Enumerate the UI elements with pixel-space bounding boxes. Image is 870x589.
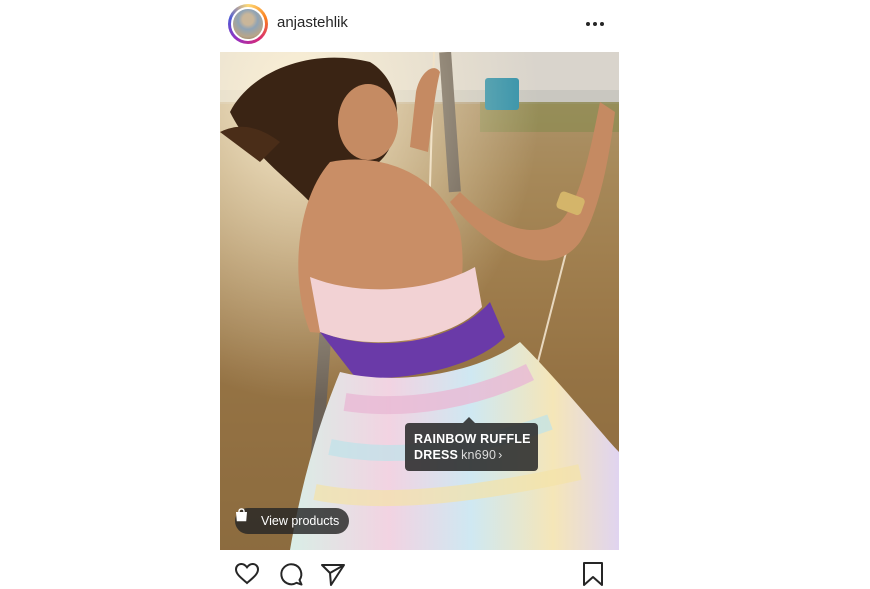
post-photo[interactable]: RAINBOW RUFFLE DRESS kn690 › View products	[220, 52, 619, 550]
product-name-line1: RAINBOW RUFFLE	[414, 432, 531, 446]
post-header: anjastehlik	[220, 0, 619, 50]
product-price: kn690	[461, 448, 497, 462]
product-tag[interactable]: RAINBOW RUFFLE DRESS kn690 ›	[405, 417, 538, 471]
story-ring[interactable]	[228, 4, 268, 44]
post-actions-bar	[220, 555, 619, 589]
more-options-icon[interactable]	[585, 14, 605, 34]
chevron-right-icon: ›	[498, 448, 503, 462]
heart-icon[interactable]	[234, 561, 260, 587]
comment-icon[interactable]	[278, 561, 304, 587]
view-products-button[interactable]: View products	[235, 508, 350, 534]
shopping-bag-icon	[236, 508, 247, 522]
view-products-label: View products	[261, 514, 340, 528]
instagram-post: anjastehlik RAINBOW RUFFLE DRESS kn690 ›…	[220, 0, 619, 589]
photo-illustration	[220, 52, 619, 550]
product-name-line2: DRESS kn690 ›	[414, 448, 503, 462]
avatar[interactable]	[231, 7, 265, 41]
paper-plane-icon[interactable]	[320, 561, 346, 587]
username[interactable]: anjastehlik	[277, 14, 348, 31]
product-name-line2-text: DRESS	[414, 448, 459, 462]
bookmark-icon[interactable]	[580, 561, 606, 587]
